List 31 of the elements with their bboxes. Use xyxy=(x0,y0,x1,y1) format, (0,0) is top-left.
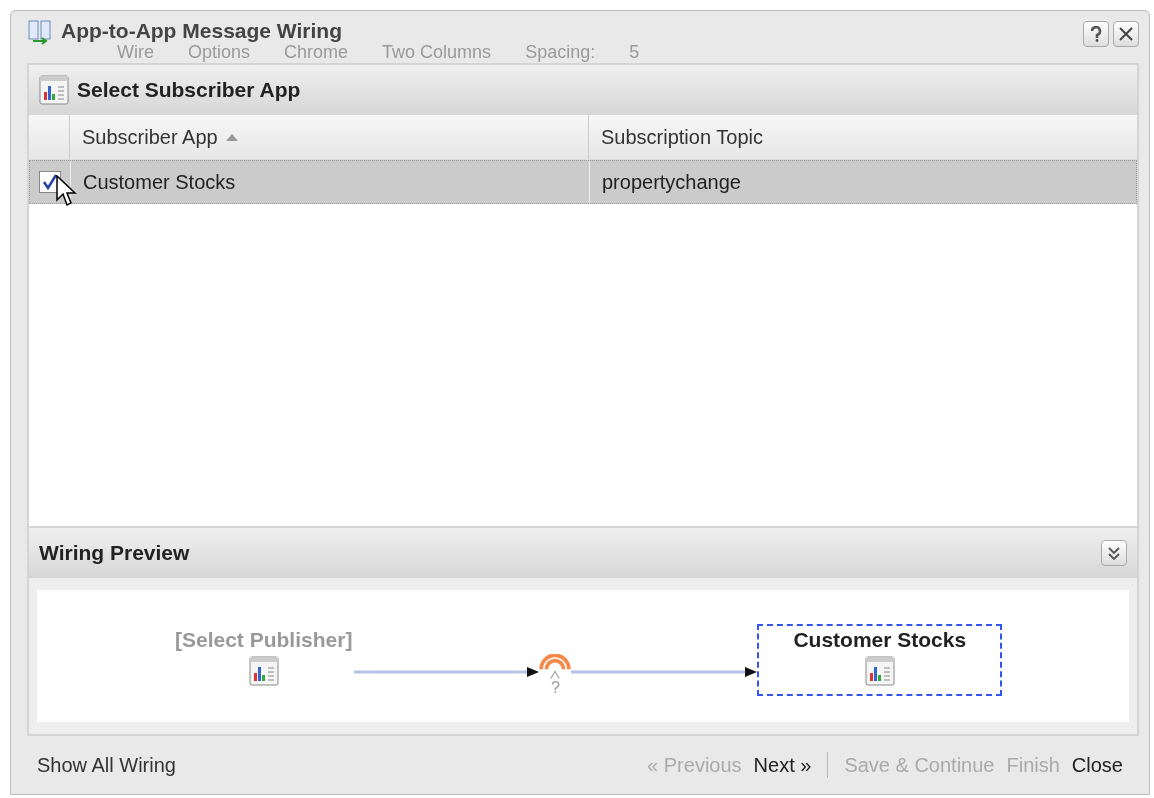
mouse-cursor-icon xyxy=(56,175,78,207)
background-toolbar-text: Options xyxy=(188,42,251,63)
chart-icon xyxy=(864,656,895,686)
column-header[interactable]: Subscription Topic xyxy=(601,125,763,149)
node-label: Customer Stocks xyxy=(793,628,967,652)
collapse-button[interactable] xyxy=(1101,540,1127,566)
chart-icon xyxy=(39,75,69,105)
background-toolbar-text: Two Columns xyxy=(382,42,492,63)
close-icon xyxy=(1118,26,1134,42)
background-toolbar-text: Spacing: xyxy=(525,42,596,63)
nav-button[interactable]: Next » xyxy=(747,753,818,777)
node-label: [Select Publisher] xyxy=(175,628,353,652)
show-all-wiring-link[interactable]: Show All Wiring xyxy=(37,753,176,777)
background-toolbar-text: 5 xyxy=(629,42,640,63)
table-row[interactable]: Customer Stocks propertychange xyxy=(29,160,1137,204)
help-icon xyxy=(1090,26,1102,42)
table-cell: propertychange xyxy=(589,161,1108,203)
unknown-mark: ? xyxy=(550,680,560,696)
panel-title: Select Subscriber App xyxy=(77,78,301,102)
close-button[interactable] xyxy=(1113,21,1139,47)
action-button[interactable]: Close xyxy=(1065,753,1129,777)
wiring-icon xyxy=(27,19,53,45)
double-chevron-down-icon xyxy=(1107,545,1121,561)
background-toolbar-text: Chrome xyxy=(284,42,349,63)
chart-icon xyxy=(248,656,279,686)
column-header[interactable]: Subscriber App xyxy=(82,125,218,149)
broadcast-icon xyxy=(539,654,572,680)
panel-title: Wiring Preview xyxy=(39,541,190,565)
background-toolbar-text: Wire xyxy=(117,42,154,63)
help-button[interactable] xyxy=(1083,21,1109,47)
window-title: App-to-App Message Wiring xyxy=(61,19,342,43)
